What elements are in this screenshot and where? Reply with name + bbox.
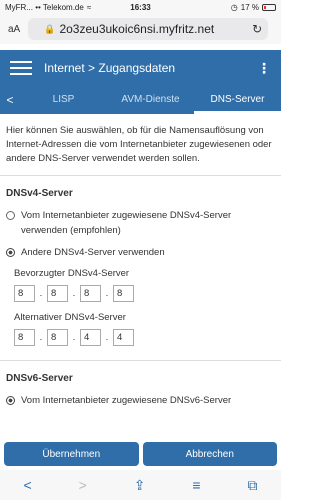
preferred-dns-input: 8. 8. 8. 8 [0,283,281,308]
alarm-icon: ◷ [230,2,238,12]
clock: 16:33 [130,2,151,12]
alternative-dns-input: 8. 8. 4. 4 [0,327,281,352]
radio-label: Vom Internetanbieter zugewiesene DNSv4-S… [21,210,232,236]
ip-octet-field[interactable]: 8 [47,329,68,347]
battery-fill [263,5,267,9]
reload-icon[interactable]: ↻ [252,22,262,36]
apply-button[interactable]: Übernehmen [4,442,139,466]
lock-icon: 🔒 [44,23,56,34]
tab-dns-server[interactable]: DNS-Server [194,86,281,114]
status-right: ◷ 17 % [186,3,276,12]
tab-avm-dienste[interactable]: AVM-Dienste [107,86,194,114]
browser-toolbar: < > ⇪ ≡ ⧉ [0,470,281,500]
ip-octet-field[interactable]: 8 [47,285,68,303]
ip-octet-field[interactable]: 4 [113,329,134,347]
menu-icon[interactable] [10,61,32,75]
carrier-label: MyFR... •• Telekom.de [5,2,84,12]
dnsv4-section-title: DNSv4-Server [6,188,73,200]
address-field[interactable]: 🔒 2o3zeu3ukoic6nsi.myfritz.net ↻ [28,18,269,40]
app-header: Internet > Zugangsdaten ⋮ [0,50,281,86]
dnsv4-option-provider[interactable]: Vom Internetanbieter zugewiesene DNSv4-S… [0,205,281,242]
dnsv4-option-other[interactable]: Andere DNSv4-Server verwenden [0,242,281,264]
battery-percent: 17 % [240,2,259,12]
ip-octet-field[interactable]: 8 [14,285,35,303]
page-title: Internet > Zugangsdaten [44,61,176,75]
ip-octet-field[interactable]: 8 [14,329,35,347]
main-content: Hier können Sie auswählen, ob für die Na… [0,114,281,440]
tab-lisp[interactable]: LISP [20,86,107,114]
reader-settings-button[interactable]: aA [8,24,20,35]
more-options-icon[interactable]: ⋮ [257,60,271,77]
dnsv6-option-provider[interactable]: Vom Internetanbieter zugewiesene DNSv6-S… [0,390,281,412]
alternative-dns-label: Alternativer DNSv4-Server [14,312,126,324]
ip-octet-field[interactable]: 4 [80,329,101,347]
radio-button-checked[interactable] [6,247,15,257]
carrier-group: MyFR... •• Telekom.de ≈ [5,3,95,12]
forward-icon[interactable]: > [79,477,87,493]
radio-button[interactable] [6,211,15,221]
radio-button-checked[interactable] [6,396,15,406]
tab-bar: < LISP AVM-Dienste DNS-Server [0,86,281,114]
action-footer: Übernehmen Abbrechen [0,440,281,468]
share-icon[interactable]: ⇪ [134,477,146,494]
browser-url-bar: aA 🔒 2o3zeu3ukoic6nsi.myfritz.net ↻ [0,14,281,44]
intro-text: Hier können Sie auswählen, ob für die Na… [6,125,272,164]
radio-label: Andere DNSv4-Server verwenden [21,246,165,258]
ip-octet-field[interactable]: 8 [113,285,134,303]
ip-octet-field[interactable]: 8 [80,285,101,303]
radio-label: Vom Internetanbieter zugewiesene DNSv6-S… [21,395,232,407]
dnsv6-section-title: DNSv6-Server [6,373,73,385]
battery-icon [261,3,276,11]
tabs-icon[interactable]: ⧉ [248,477,258,494]
url-text: 2o3zeu3ukoic6nsi.myfritz.net [59,22,215,36]
cancel-button[interactable]: Abbrechen [142,442,277,466]
preferred-dns-label: Bevorzugter DNSv4-Server [14,268,130,280]
tab-scroll-back-icon[interactable]: < [0,93,20,107]
back-icon[interactable]: < [23,477,31,493]
wifi-icon: ≈ [86,2,92,12]
status-bar: MyFR... •• Telekom.de ≈ 16:33 ◷ 17 % [0,0,281,14]
bookmarks-icon[interactable]: ≡ [192,477,200,493]
